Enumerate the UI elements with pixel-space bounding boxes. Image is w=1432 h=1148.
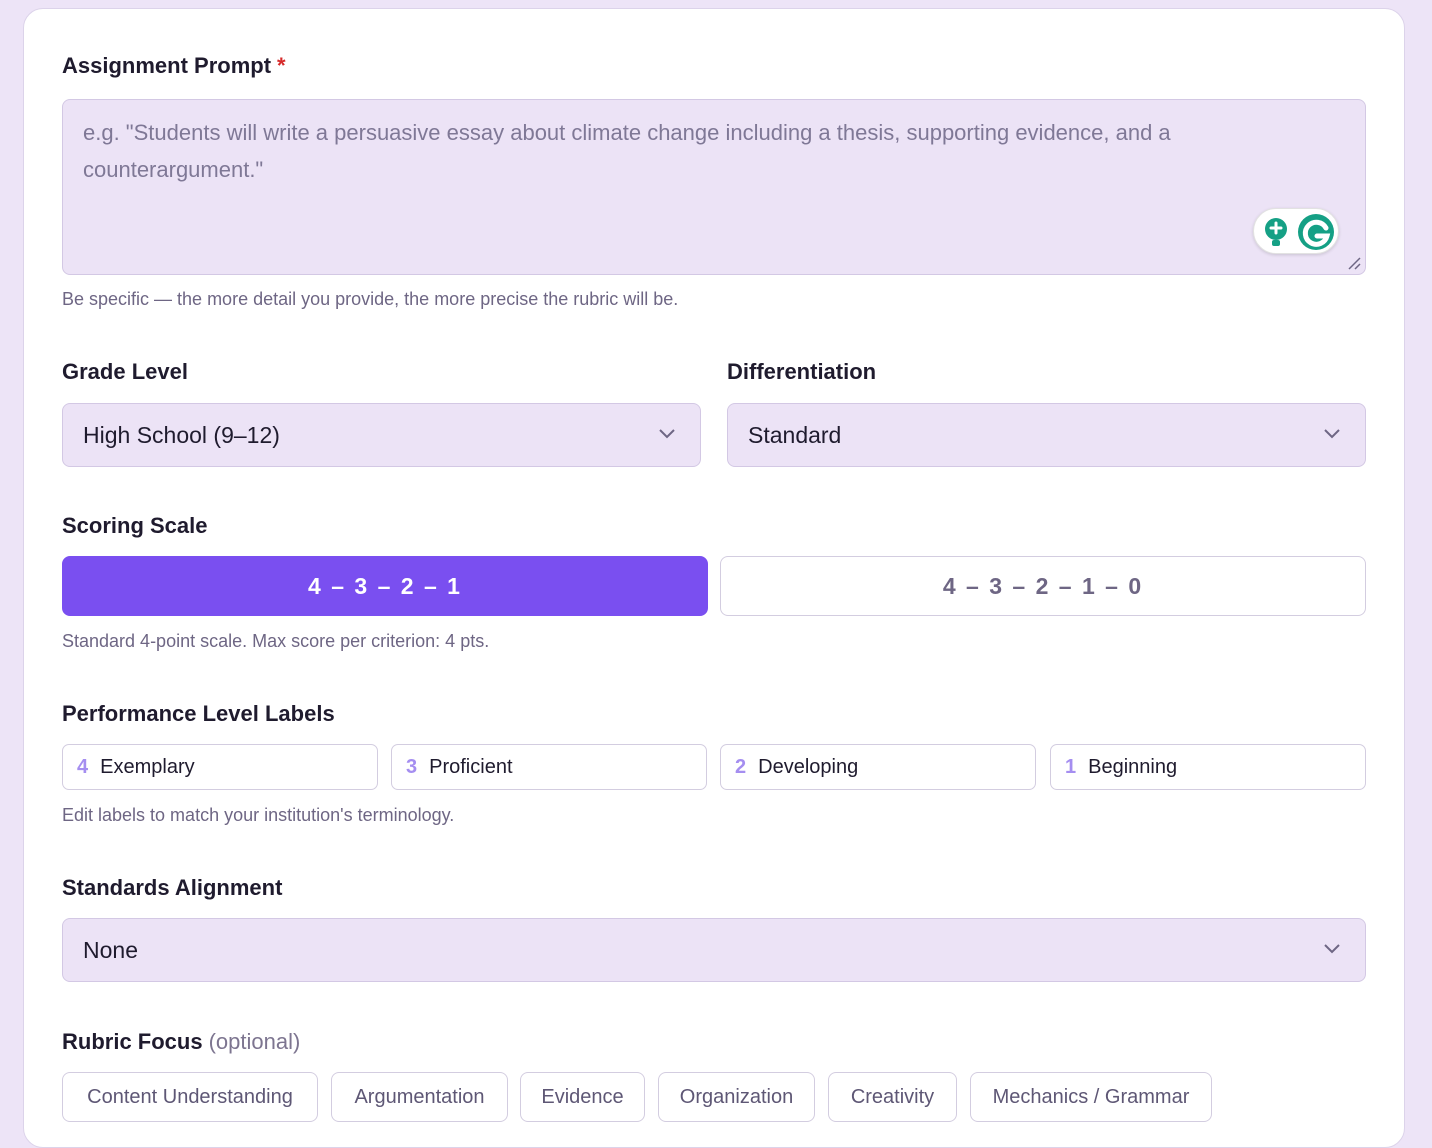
focus-chip-mechanics-grammar[interactable]: Mechanics / Grammar: [970, 1072, 1212, 1122]
level-label: Beginning: [1088, 756, 1178, 778]
rubric-focus-label: Rubric Focus (optional): [62, 1029, 300, 1055]
assignment-prompt-placeholder: e.g. "Students will write a persuasive e…: [83, 120, 1171, 182]
differentiation-label: Differentiation: [727, 359, 877, 384]
rubric-form-card: Assignment Prompt * e.g. "Students will w…: [23, 8, 1405, 1148]
focus-chip-argumentation[interactable]: Argumentation: [331, 1072, 508, 1122]
chevron-down-icon: [659, 429, 675, 439]
focus-chip-creativity[interactable]: Creativity: [828, 1072, 957, 1122]
level-number: 4: [77, 756, 89, 778]
scoring-scale-hint: Standard 4-point scale. Max score per cr…: [62, 631, 490, 651]
differentiation-value: Standard: [748, 422, 842, 448]
standards-select[interactable]: None: [62, 918, 1366, 982]
grammarly-icon: [1265, 214, 1334, 250]
required-mark: *: [277, 53, 286, 78]
scale-option-4-3-2-1-0[interactable]: 4 – 3 – 2 – 1 – 0: [720, 556, 1366, 616]
focus-chip-evidence[interactable]: Evidence: [520, 1072, 645, 1122]
standards-value: None: [83, 937, 138, 963]
level-input-2[interactable]: 2 Developing: [720, 744, 1036, 790]
level-number: 3: [406, 756, 418, 778]
resize-handle-icon[interactable]: [1347, 256, 1361, 270]
level-label: Proficient: [429, 756, 513, 778]
performance-levels-hint: Edit labels to match your institution's …: [62, 805, 455, 825]
level-input-1[interactable]: 1 Beginning: [1050, 744, 1366, 790]
chevron-down-icon: [1324, 429, 1340, 439]
scoring-scale-label: Scoring Scale: [62, 513, 208, 538]
level-number: 2: [735, 756, 747, 778]
assignment-prompt-textarea[interactable]: e.g. "Students will write a persuasive e…: [62, 99, 1366, 275]
level-number: 1: [1065, 756, 1077, 778]
grade-level-label: Grade Level: [62, 359, 188, 384]
grade-level-select[interactable]: High School (9–12): [62, 403, 701, 467]
optional-label: (optional): [208, 1029, 301, 1054]
level-label: Exemplary: [100, 756, 195, 778]
rubric-focus-label-text: Rubric Focus: [62, 1029, 203, 1054]
focus-chip-content-understanding[interactable]: Content Understanding: [62, 1072, 318, 1122]
level-label: Developing: [758, 756, 859, 778]
focus-chip-organization[interactable]: Organization: [658, 1072, 815, 1122]
level-input-4[interactable]: 4 Exemplary: [62, 744, 378, 790]
assignment-prompt-label-text: Assignment Prompt: [62, 53, 272, 78]
assignment-prompt-hint: Be specific — the more detail you provid…: [62, 289, 679, 309]
grammarly-widget[interactable]: [1253, 208, 1339, 254]
differentiation-select[interactable]: Standard: [727, 403, 1366, 467]
standards-label: Standards Alignment: [62, 875, 283, 900]
level-input-3[interactable]: 3 Proficient: [391, 744, 707, 790]
grade-level-value: High School (9–12): [83, 422, 280, 448]
performance-levels-label: Performance Level Labels: [62, 701, 335, 726]
scale-option-4-3-2-1[interactable]: 4 – 3 – 2 – 1: [62, 556, 708, 616]
assignment-prompt-label: Assignment Prompt *: [62, 53, 286, 79]
chevron-down-icon: [1324, 944, 1340, 954]
